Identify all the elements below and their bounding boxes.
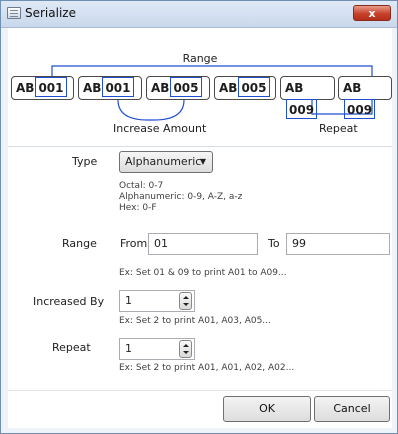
range-to-input[interactable]: 99 bbox=[286, 233, 390, 255]
increased-by-spinner[interactable]: 1 bbox=[119, 290, 195, 312]
type-hint-hex: Hex: 0-F bbox=[119, 203, 157, 213]
serialize-dialog: Serialize x Range AB 001 AB 001 AB 005 AB 005 AB… bbox=[0, 0, 398, 434]
window-title: Serialize bbox=[25, 6, 76, 20]
increased-by-label: Increased By bbox=[33, 295, 105, 308]
spinner-arrows-icon[interactable] bbox=[179, 340, 192, 358]
badge-prefix: AB bbox=[151, 81, 170, 95]
to-label: To bbox=[268, 237, 280, 250]
type-hint-octal: Octal: 0-7 bbox=[119, 181, 164, 191]
badge-prefix: AB bbox=[219, 81, 238, 95]
increase-arc bbox=[117, 99, 185, 121]
ok-button[interactable]: OK bbox=[223, 396, 311, 422]
badge-number: 001 bbox=[102, 77, 134, 97]
example-badge: AB 005 bbox=[214, 76, 276, 100]
increase-amount-caption: Increase Amount bbox=[113, 122, 207, 135]
badge-number: 001 bbox=[35, 77, 67, 97]
footer-divider bbox=[8, 390, 392, 391]
chevron-down-icon: ▼ bbox=[199, 157, 206, 166]
increased-by-hint: Ex: Set 2 to print A01, A03, A05... bbox=[119, 316, 271, 326]
example-badge: AB 001 bbox=[78, 76, 142, 100]
range-caption: Range bbox=[182, 52, 218, 65]
repeat-label: Repeat bbox=[52, 341, 91, 354]
badge-prefix: AB bbox=[343, 81, 362, 95]
spinner-arrows-icon[interactable] bbox=[179, 292, 192, 310]
repeat-caption: Repeat bbox=[319, 122, 358, 135]
badge-prefix: AB bbox=[83, 81, 102, 95]
repeat-spinner[interactable]: 1 bbox=[119, 338, 195, 360]
range-from-input[interactable]: 01 bbox=[148, 233, 258, 255]
badge-number: 005 bbox=[170, 77, 202, 97]
cancel-button[interactable]: Cancel bbox=[314, 396, 390, 422]
example-badge: AB 009 bbox=[338, 76, 392, 119]
badge-prefix: AB bbox=[16, 81, 35, 95]
title-bar[interactable]: Serialize x bbox=[1, 1, 397, 28]
example-badge: AB 009 bbox=[280, 76, 335, 119]
badge-prefix: AB bbox=[285, 81, 304, 95]
type-dropdown[interactable]: Alphanumeric ▼ bbox=[119, 151, 213, 173]
range-hint: Ex: Set 01 & 09 to print A01 to A09... bbox=[119, 268, 287, 278]
window-icon bbox=[7, 7, 21, 19]
type-hint-alphanumeric: Alphanumeric: 0-9, A-Z, a-z bbox=[119, 192, 243, 202]
badge-number: 009 bbox=[344, 99, 376, 119]
badge-number: 009 bbox=[286, 99, 318, 119]
repeat-hint: Ex: Set 2 to print A01, A01, A02, A02... bbox=[119, 363, 295, 373]
from-label: From bbox=[120, 237, 148, 250]
repeat-value: 1 bbox=[125, 342, 132, 355]
dialog-content: Range AB 001 AB 001 AB 005 AB 005 AB009 AB009 Incr… bbox=[8, 28, 392, 428]
close-button[interactable]: x bbox=[353, 5, 391, 21]
range-label: Range bbox=[62, 237, 97, 250]
section-divider bbox=[8, 146, 392, 147]
type-selected-value: Alphanumeric bbox=[125, 155, 202, 168]
example-badge: AB 001 bbox=[11, 76, 74, 100]
serialize-illustration: Range AB 001 AB 001 AB 005 AB 005 AB009 AB009 Incr… bbox=[8, 28, 392, 140]
type-label: Type bbox=[72, 155, 98, 168]
range-bracket bbox=[51, 65, 373, 76]
badge-number: 005 bbox=[238, 77, 270, 97]
example-badge: AB 005 bbox=[146, 76, 210, 100]
increased-by-value: 1 bbox=[125, 294, 132, 307]
